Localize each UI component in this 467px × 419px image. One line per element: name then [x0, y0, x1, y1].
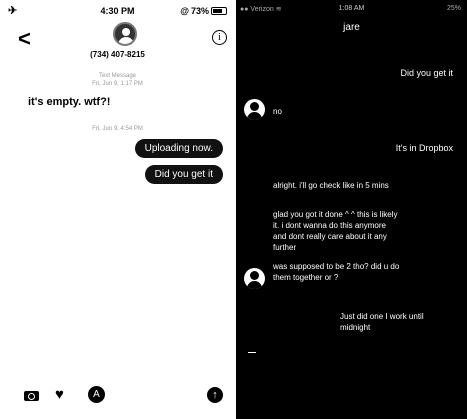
app-store-icon[interactable]: A: [88, 386, 105, 403]
received-message: it's empty. wtf?!: [28, 96, 111, 108]
send-arrow-icon[interactable]: ↑: [207, 387, 223, 403]
chevron-left-icon[interactable]: <: [18, 26, 31, 52]
sent-message: Did you get it: [400, 68, 453, 78]
battery-percent: 25%: [446, 5, 461, 12]
contact-avatar[interactable]: [113, 22, 137, 46]
status-time: 1:08 AM: [338, 5, 365, 12]
avatar-icon: [244, 268, 265, 289]
alarm-icon: @: [180, 6, 189, 16]
received-message: was supposed to be 2 tho? did u do them …: [273, 262, 400, 282]
left-phone-screen: ✈ 4:30 PM @ 73% < (734) 407-8215 i Text …: [0, 0, 235, 419]
right-phone-screen: ●● Verizon ≋ 1:08 AM 25% jare Did you ge…: [236, 0, 467, 419]
status-right: @ 73%: [180, 6, 227, 16]
info-icon[interactable]: i: [212, 30, 227, 45]
received-message: no: [273, 107, 282, 116]
timestamp-date: Fri, Jun 9, 1:17 PM: [92, 81, 143, 87]
sent-message: Just did one I work until midnight: [340, 312, 424, 332]
received-message: glad you got it done ^ ^ this is likely …: [273, 210, 398, 252]
sent-message: Did you get it: [144, 165, 223, 184]
contact-number[interactable]: (734) 407-8215: [0, 50, 235, 59]
camera-icon[interactable]: [24, 391, 39, 401]
conversation-title: jare: [343, 22, 360, 33]
battery-percent: 73%: [190, 6, 209, 16]
sent-message: It's in Dropbox: [395, 143, 453, 153]
sent-message: Uploading now.: [134, 139, 223, 158]
timestamp-text-message: Text Message: [98, 73, 137, 79]
timestamp-date-2: Fri, Jun 9, 4:54 PM: [92, 126, 143, 132]
battery-icon: [211, 7, 227, 15]
received-message: alright. i'll go check like in 5 mins: [273, 181, 389, 190]
avatar-icon: [244, 99, 265, 120]
heart-icon[interactable]: ♥: [55, 387, 72, 402]
text-cursor: [248, 352, 256, 353]
